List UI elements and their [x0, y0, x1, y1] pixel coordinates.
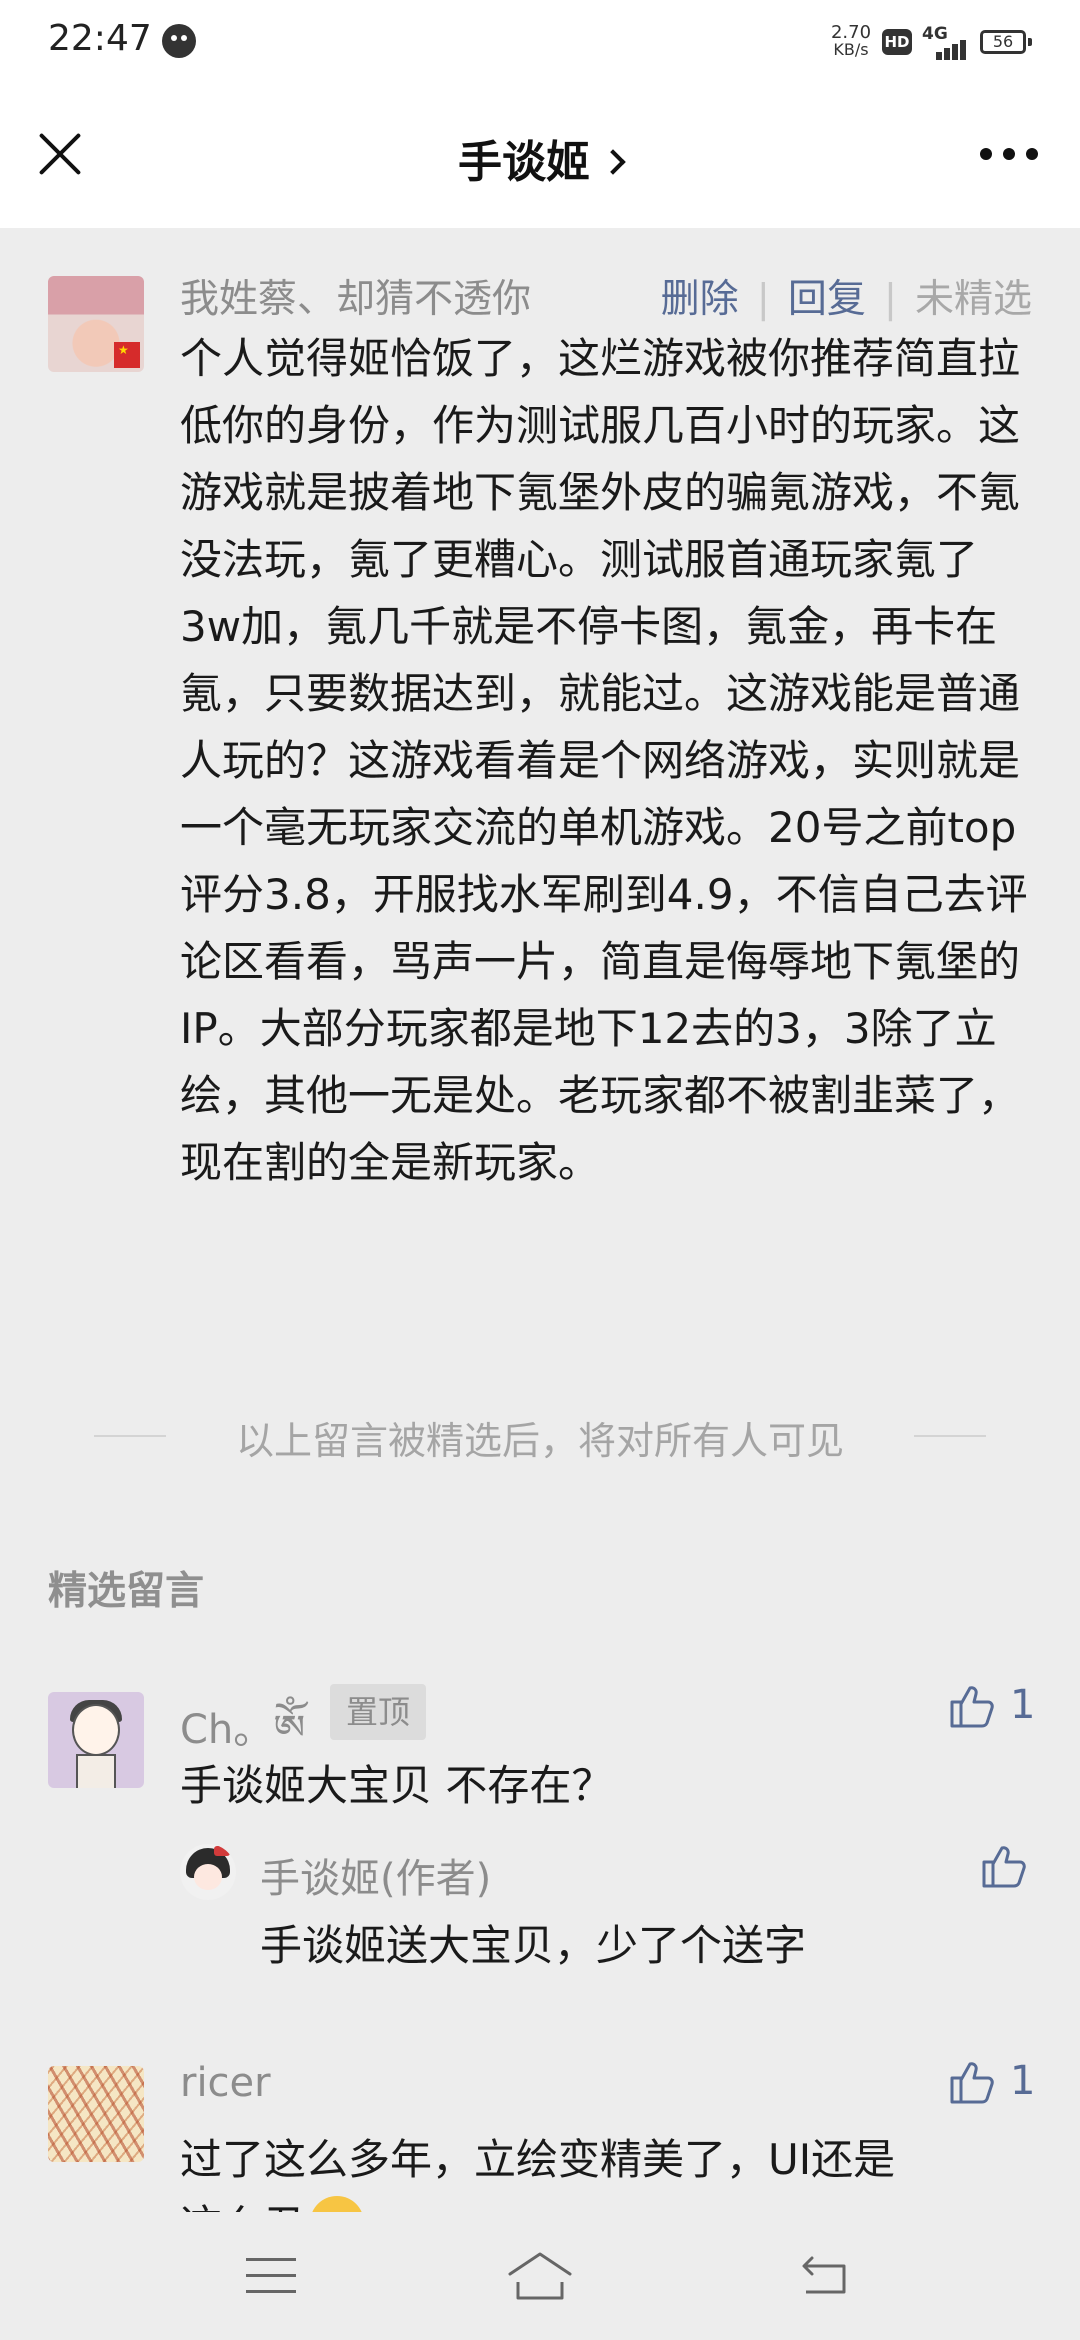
thumbs-up-icon	[982, 1846, 1026, 1888]
avatar-face	[194, 1864, 222, 1890]
comment-text: 手谈姬大宝贝 不存在？	[180, 1761, 614, 1810]
pinned-badge: 置顶	[330, 1684, 426, 1740]
section-title: 精选留言	[48, 1569, 205, 1614]
network-speed-value: 2.70	[830, 22, 872, 43]
featured-status: 未精选	[914, 277, 1032, 322]
avatar-body	[76, 1754, 116, 1788]
notice-text: 以上留言被精选后，将对所有人可见	[235, 1419, 844, 1463]
comment-actions: 删除 | 回复 | 未精选	[661, 268, 1032, 324]
reply-author: 手谈姬(作者)	[260, 1856, 492, 1902]
notice-divider: 以上留言被精选后，将对所有人可见	[0, 1410, 1080, 1463]
avatar-bow	[214, 1846, 230, 1856]
reply-button[interactable]: 回复	[788, 277, 866, 322]
more-dots-icon[interactable]	[980, 148, 1038, 162]
thumbs-up-icon	[950, 1686, 994, 1728]
signal-bar	[944, 48, 950, 60]
network-type: 4G	[922, 24, 948, 44]
page-title-text: 手谈姬	[458, 137, 590, 188]
comment-text-cut-value: 这么丑	[180, 2201, 306, 2212]
divider-line	[914, 1435, 986, 1437]
comment-text: 过了这么多年，立绘变精美了，UI还是	[180, 2135, 896, 2184]
avatar[interactable]	[48, 2066, 144, 2162]
notification-face-icon	[162, 24, 196, 58]
signal-bar	[960, 40, 966, 60]
signal-bar	[952, 44, 958, 60]
chevron-right-icon	[600, 149, 626, 175]
comment-text: 个人觉得姬恰饭了，这烂游戏被你推荐简直拉低你的身份，作为测试服几百小时的玩家。这…	[180, 334, 1028, 1187]
system-nav-bar	[0, 2212, 1080, 2340]
delete-button[interactable]: 删除	[661, 277, 739, 322]
menu-icon[interactable]	[246, 2258, 296, 2294]
like-button[interactable]: 1	[948, 1682, 1048, 1734]
battery-icon: 56	[980, 30, 1032, 54]
home-icon[interactable]	[506, 2248, 574, 2302]
page-title[interactable]: 手谈姬	[0, 126, 1080, 190]
action-separator: |	[883, 277, 897, 322]
battery-level: 56	[992, 32, 1014, 51]
back-icon[interactable]	[796, 2252, 852, 2298]
avatar[interactable]	[48, 276, 144, 372]
like-count: 1	[1010, 2058, 1036, 2104]
comment-author: ricer	[180, 2060, 271, 2106]
like-button[interactable]: 1	[948, 2058, 1048, 2110]
avatar-head	[72, 1704, 120, 1756]
emoji-icon	[310, 2196, 365, 2212]
reply-text: 手谈姬送大宝贝，少了个送字	[260, 1921, 807, 1970]
flag-icon	[114, 342, 140, 368]
comment-author: 我姓蔡、却猜不透你	[180, 277, 532, 322]
comment-text-cut: 这么丑	[180, 2192, 365, 2212]
network-speed: 2.70 KB/s	[828, 22, 874, 59]
signal-bar	[936, 52, 942, 60]
thumbs-up-icon	[950, 2062, 994, 2104]
signal-icon: 4G	[922, 24, 968, 60]
author-avatar[interactable]	[180, 1844, 236, 1900]
action-separator: |	[756, 277, 770, 322]
network-speed-unit: KB/s	[833, 40, 869, 59]
like-button[interactable]	[980, 1842, 1032, 1894]
hd-badge: HD	[882, 29, 912, 55]
status-time: 22:47	[48, 18, 152, 59]
top-bar: 22:47 2.70 KB/s HD 4G 56 手谈姬	[0, 0, 1080, 228]
avatar[interactable]	[48, 1692, 144, 1788]
like-count: 1	[1010, 1682, 1036, 1728]
